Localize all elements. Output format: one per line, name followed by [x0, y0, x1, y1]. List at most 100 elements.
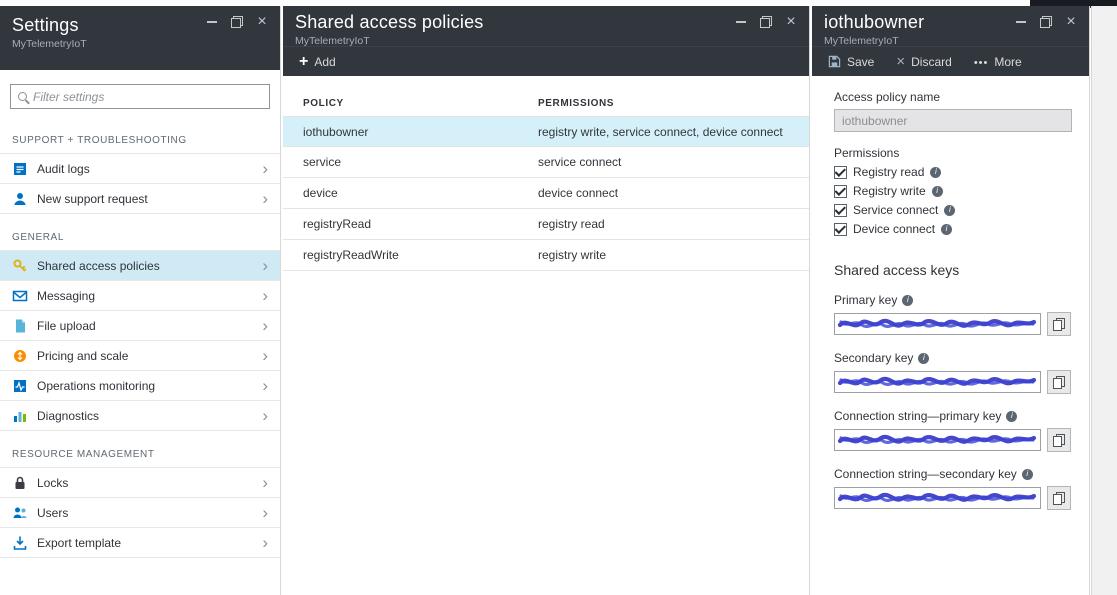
table-row-registryRead[interactable]: registryRead registry read: [283, 209, 809, 240]
more-button[interactable]: More: [974, 55, 1022, 69]
discard-button[interactable]: Discard: [896, 54, 951, 69]
portal-background-strip: [1091, 6, 1117, 595]
connection-string-primary-input[interactable]: [834, 429, 1041, 451]
pricing-icon: [12, 348, 28, 364]
access-policy-name-input: [834, 109, 1072, 132]
restore-icon[interactable]: [229, 15, 245, 29]
policies-blade-title: Shared access policies: [295, 12, 797, 33]
table-row-iothubowner[interactable]: iothubowner registry write, service conn…: [283, 116, 809, 147]
diagnostics-icon: [12, 408, 28, 424]
info-icon[interactable]: [944, 205, 955, 216]
iothubowner-blade: iothubowner MyTelemetryIoT Save Discard: [812, 6, 1090, 595]
sidebar-item-users[interactable]: Users: [0, 498, 280, 528]
registry-write-checkbox[interactable]: [834, 185, 847, 198]
more-button-label: More: [994, 55, 1021, 69]
sidebar-item-messaging[interactable]: Messaging: [0, 281, 280, 311]
permissions-column-header: PERMISSIONS: [538, 98, 614, 109]
add-button[interactable]: Add: [299, 54, 336, 70]
support-request-icon: [12, 191, 28, 207]
restore-icon[interactable]: [758, 15, 774, 29]
sidebar-item-diagnostics[interactable]: Diagnostics: [0, 401, 280, 431]
permissions-cell: service connect: [538, 155, 621, 169]
checkbox-label: Service connect: [853, 203, 938, 217]
primary-key-label: Primary key: [834, 293, 897, 307]
sidebar-item-label: Shared access policies: [37, 259, 253, 273]
chevron-right-icon: [262, 160, 268, 177]
save-icon: [828, 55, 841, 68]
secondary-key-field: Secondary key: [834, 351, 1071, 394]
copy-connection-string-secondary-button[interactable]: [1047, 486, 1071, 510]
close-icon[interactable]: [254, 15, 270, 29]
close-icon[interactable]: [1063, 15, 1079, 29]
permissions-cell: registry read: [538, 217, 605, 231]
table-row-registryReadWrite[interactable]: registryReadWrite registry write: [283, 240, 809, 271]
more-icon: [974, 55, 989, 69]
secondary-key-input[interactable]: [834, 371, 1041, 393]
info-icon[interactable]: [930, 167, 941, 178]
policies-table: iothubowner registry write, service conn…: [283, 116, 809, 271]
permissions-label: Permissions: [834, 146, 1071, 160]
device-connect-checkbox[interactable]: [834, 223, 847, 236]
section-general-items: Shared access policies Messaging File up…: [0, 250, 280, 431]
copy-connection-string-primary-button[interactable]: [1047, 428, 1071, 452]
permission-device-connect: Device connect: [834, 222, 1071, 236]
messaging-icon: [12, 288, 28, 304]
policy-cell: registryRead: [303, 217, 538, 231]
operations-monitoring-icon: [12, 378, 28, 394]
table-row-service[interactable]: service service connect: [283, 147, 809, 178]
filter-settings-input[interactable]: [33, 90, 262, 104]
table-row-device[interactable]: device device connect: [283, 178, 809, 209]
restore-icon[interactable]: [1038, 15, 1054, 29]
minimize-icon[interactable]: [204, 15, 220, 29]
discard-icon: [896, 54, 905, 69]
info-icon[interactable]: [932, 186, 943, 197]
sidebar-item-label: File upload: [37, 319, 253, 333]
info-icon[interactable]: [902, 295, 913, 306]
audit-logs-icon: [12, 161, 28, 177]
connection-string-secondary-label: Connection string—secondary key: [834, 467, 1017, 481]
primary-key-input[interactable]: [834, 313, 1041, 335]
minimize-icon[interactable]: [1013, 15, 1029, 29]
sidebar-item-operations-monitoring[interactable]: Operations monitoring: [0, 371, 280, 401]
detail-body: Access policy name Permissions Registry …: [812, 76, 1089, 510]
copy-secondary-key-button[interactable]: [1047, 370, 1071, 394]
primary-key-field: Primary key: [834, 293, 1071, 336]
info-icon[interactable]: [1006, 411, 1017, 422]
sidebar-item-shared-access-policies[interactable]: Shared access policies: [0, 251, 280, 281]
copy-primary-key-button[interactable]: [1047, 312, 1071, 336]
discard-button-label: Discard: [911, 55, 952, 69]
section-label-resource-management: RESOURCE MANAGEMENT: [0, 431, 280, 467]
access-policy-name-label: Access policy name: [834, 90, 1071, 104]
sidebar-item-label: Audit logs: [37, 162, 253, 176]
info-icon[interactable]: [941, 224, 952, 235]
checkbox-label: Device connect: [853, 222, 935, 236]
info-icon[interactable]: [1022, 469, 1033, 480]
sidebar-item-pricing-and-scale[interactable]: Pricing and scale: [0, 341, 280, 371]
redacted-key-scribble: [837, 316, 1037, 332]
minimize-icon[interactable]: [733, 15, 749, 29]
sidebar-item-label: Export template: [37, 536, 253, 550]
azure-portal: Settings MyTelemetryIoT SUPPORT + TROUBL…: [0, 0, 1117, 595]
connection-string-secondary-field: Connection string—secondary key: [834, 467, 1071, 510]
sidebar-item-label: Pricing and scale: [37, 349, 253, 363]
service-connect-checkbox[interactable]: [834, 204, 847, 217]
sidebar-item-label: Locks: [37, 476, 253, 490]
policies-blade-subtitle: MyTelemetryIoT: [295, 35, 797, 47]
sidebar-item-new-support-request[interactable]: New support request: [0, 184, 280, 214]
permission-service-connect: Service connect: [834, 203, 1071, 217]
sidebar-item-export-template[interactable]: Export template: [0, 528, 280, 558]
registry-read-checkbox[interactable]: [834, 166, 847, 179]
sidebar-item-audit-logs[interactable]: Audit logs: [0, 154, 280, 184]
add-button-label: Add: [314, 55, 335, 69]
connection-string-secondary-input[interactable]: [834, 487, 1041, 509]
sidebar-item-file-upload[interactable]: File upload: [0, 311, 280, 341]
info-icon[interactable]: [918, 353, 929, 364]
checkbox-label: Registry write: [853, 184, 926, 198]
sidebar-item-label: Diagnostics: [37, 409, 253, 423]
detail-command-bar: Save Discard More: [812, 46, 1089, 76]
redacted-key-scribble: [837, 432, 1037, 448]
copy-icon: [1053, 318, 1065, 331]
close-icon[interactable]: [783, 15, 799, 29]
sidebar-item-locks[interactable]: Locks: [0, 468, 280, 498]
save-button[interactable]: Save: [828, 55, 874, 69]
